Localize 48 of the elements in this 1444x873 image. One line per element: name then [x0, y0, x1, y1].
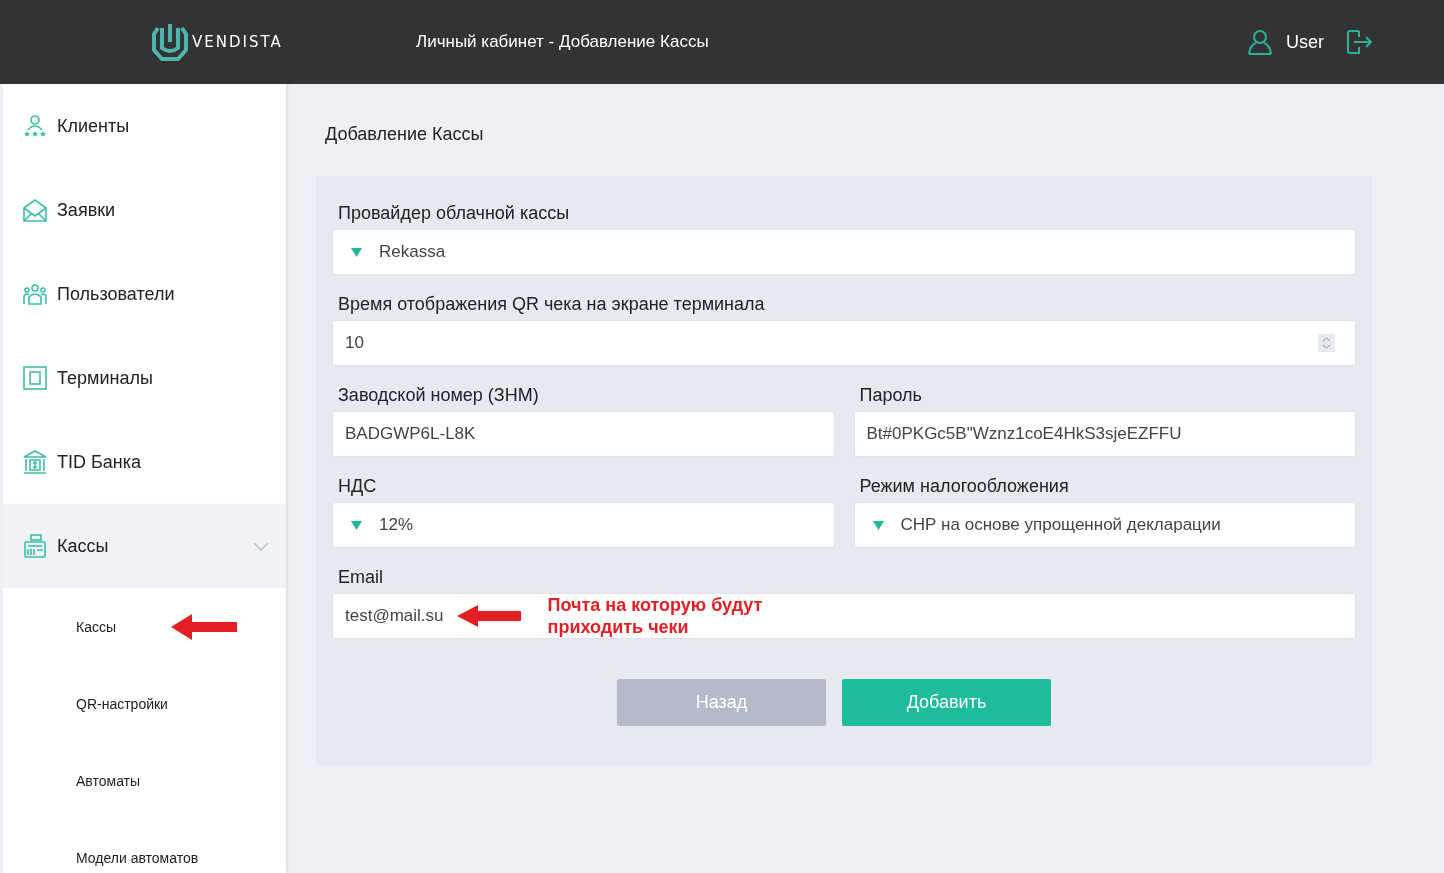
logout-icon[interactable] [1346, 29, 1372, 55]
logo-text: VENDISTA [192, 33, 283, 51]
field-label: Email [337, 566, 384, 589]
input-field[interactable]: BADGWP6L-L8K [332, 411, 835, 457]
nav-item[interactable]: Кассы [3, 504, 286, 588]
form-title: Добавление Кассы [324, 123, 485, 146]
nav-item[interactable]: Клиенты [3, 84, 286, 168]
triangle-down-icon [351, 247, 362, 257]
people-stars-icon [23, 114, 47, 138]
dropdown[interactable]: СНР на основе упрощенной декларации [853, 502, 1356, 548]
nav-item[interactable]: Пользователи [3, 252, 286, 336]
field-label: Заводской номер (ЗНМ) [337, 384, 540, 407]
terminal-icon [23, 366, 47, 390]
envelope-icon [23, 198, 47, 222]
annotation-text: Почта на которую будут приходить чеки [547, 594, 764, 638]
cash-register-icon [23, 534, 47, 558]
nav-item[interactable]: TID Банка [3, 420, 286, 504]
arrow-annotation [455, 604, 522, 628]
user-name[interactable]: User [1286, 31, 1324, 53]
nav-item[interactable]: Заявки [3, 168, 286, 252]
user-icon[interactable] [1247, 29, 1273, 55]
triangle-down-icon [351, 520, 362, 530]
nav-label: Клиенты [57, 115, 130, 137]
nav-label: TID Банка [57, 451, 142, 473]
submenu-item[interactable]: Модели автоматов [76, 849, 199, 866]
submenu-item[interactable]: Автоматы [76, 772, 141, 789]
field-label: НДС [337, 475, 378, 498]
users-group-icon [23, 282, 47, 306]
dropdown[interactable]: Rekassa [332, 229, 1356, 275]
bank-icon [23, 450, 47, 474]
field-label: Пароль [858, 384, 923, 407]
number-field[interactable]: 10 [332, 320, 1356, 366]
input-field[interactable]: Bt#0PKGc5B"Wznz1coE4HkS3sjeEZFFU [853, 411, 1356, 457]
field-label: Провайдер облачной кассы [337, 202, 571, 225]
logo-icon [152, 22, 188, 62]
nav-label: Заявки [57, 199, 116, 221]
page-title: Личный кабинет - Добавление Кассы [416, 32, 709, 52]
field-label: Время отображения QR чека на экране терминала [337, 293, 766, 316]
nav-label: Кассы [57, 535, 109, 557]
input-field[interactable]: test@mail.su Почта на которую будут приходить чеки [332, 593, 1356, 639]
nav-label: Терминалы [57, 367, 153, 389]
nav-label: Пользователи [57, 283, 175, 305]
field-label: Режим налогообложения [858, 475, 1070, 498]
submenu-item[interactable]: Кассы [76, 618, 116, 635]
dropdown[interactable]: 12% [332, 502, 835, 548]
nav-item[interactable]: Терминалы [3, 336, 286, 420]
triangle-down-icon [872, 520, 884, 530]
submenu-item[interactable]: QR-настройки [76, 695, 168, 712]
